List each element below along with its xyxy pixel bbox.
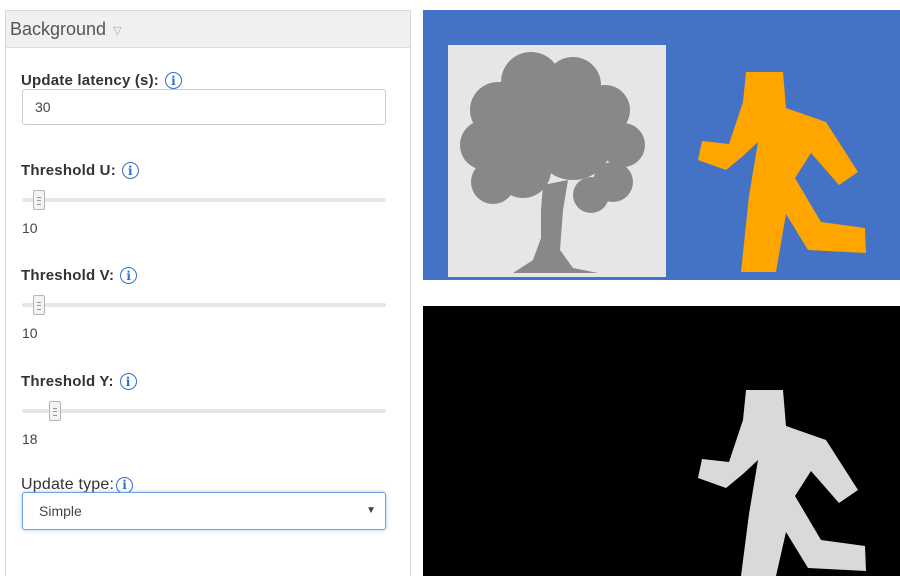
threshold-y-label-row: Threshold Y: i: [21, 373, 137, 390]
background-image: [423, 10, 900, 280]
threshold-u-label: Threshold U:: [21, 162, 116, 179]
update-type-selected: Simple: [39, 503, 82, 519]
collapse-caret-icon[interactable]: ▽: [113, 24, 121, 37]
dropdown-arrow-icon: ▼: [366, 505, 376, 516]
update-type-info-icon[interactable]: i: [116, 476, 134, 494]
latency-label: Update latency (s):: [21, 72, 159, 89]
threshold-u-slider-handle[interactable]: [32, 190, 45, 210]
threshold-v-label-row: Threshold V: i: [21, 267, 138, 284]
threshold-u-slider-track[interactable]: [22, 198, 386, 202]
threshold-y-slider-track[interactable]: [22, 409, 386, 413]
runner-icon: [698, 72, 866, 272]
threshold-y-info-icon[interactable]: i: [119, 373, 137, 390]
update-type-select[interactable]: Simple ▼: [22, 492, 386, 530]
mask-svg: [698, 390, 866, 576]
threshold-v-value: 10: [22, 325, 38, 341]
foreground-mask-image: [423, 306, 900, 576]
threshold-v-info-icon[interactable]: i: [120, 267, 138, 284]
panel-header[interactable]: Background ▽: [6, 11, 410, 48]
threshold-y-slider-handle[interactable]: [49, 401, 62, 421]
threshold-y-label: Threshold Y:: [21, 373, 114, 390]
threshold-u-value: 10: [22, 220, 38, 236]
threshold-v-label: Threshold V:: [21, 267, 115, 284]
latency-input[interactable]: 30: [22, 89, 386, 125]
runner-mask-icon: [698, 390, 866, 576]
latency-info-icon[interactable]: i: [165, 72, 182, 89]
scene-svg: [448, 45, 866, 277]
threshold-u-info-icon[interactable]: i: [121, 162, 139, 179]
threshold-u-label-row: Threshold U: i: [21, 162, 139, 179]
threshold-v-slider-track[interactable]: [22, 303, 386, 307]
threshold-v-slider-handle[interactable]: [32, 295, 45, 315]
latency-label-row: Update latency (s): i: [21, 72, 182, 89]
panel-title: Background: [10, 18, 107, 39]
threshold-y-value: 18: [22, 431, 38, 447]
